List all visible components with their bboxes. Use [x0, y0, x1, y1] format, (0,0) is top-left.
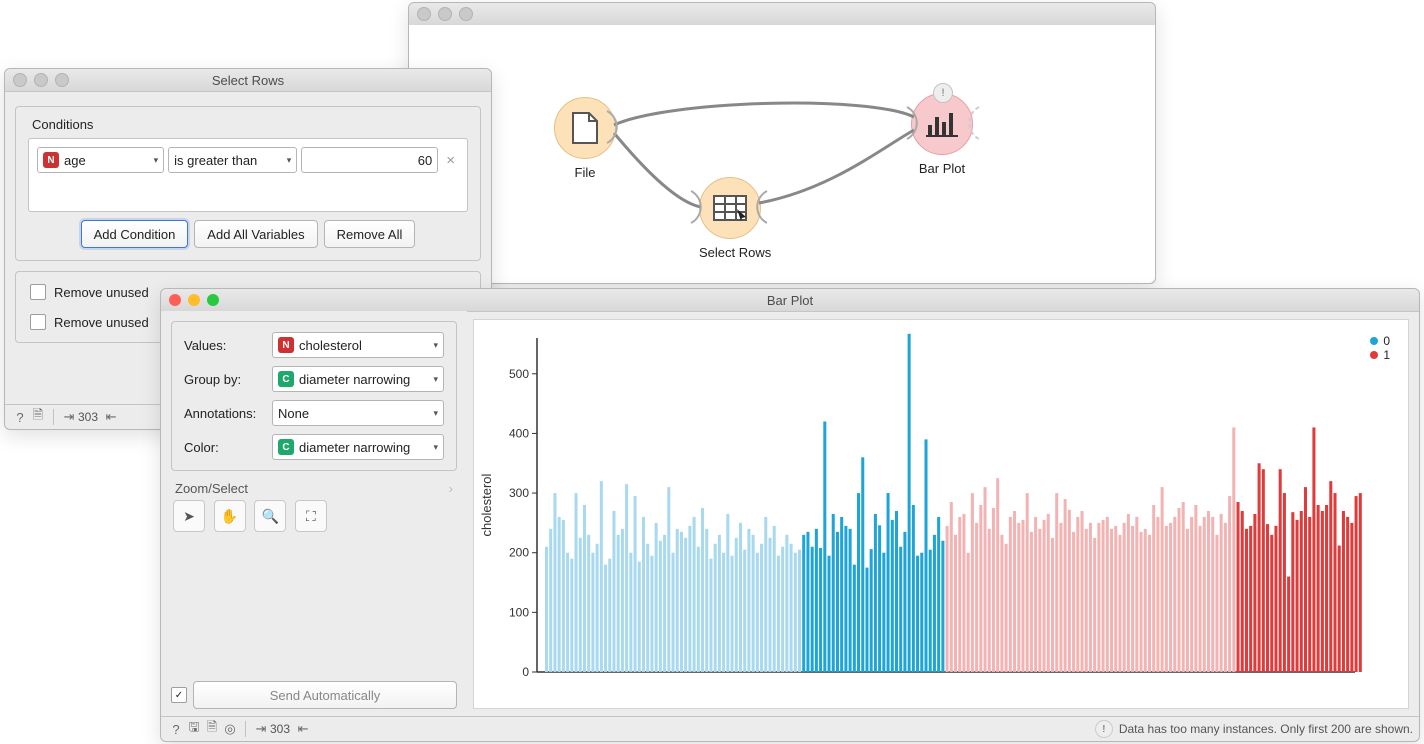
output-arrow-icon: ⇤ [102, 409, 120, 425]
file-icon [571, 111, 599, 145]
output-arrow-icon: ⇤ [294, 721, 312, 737]
groupby-label: Group by: [184, 372, 272, 387]
canvas-node-file-label: File [554, 165, 616, 180]
svg-text:cholesterol: cholesterol [479, 473, 494, 536]
traffic-close[interactable] [417, 7, 431, 21]
condition-operator-select[interactable]: is greater than▾ [168, 147, 297, 173]
add-condition-button[interactable]: Add Condition [81, 220, 189, 248]
canvas-window: File Select Rows Bar Plot ! [408, 2, 1156, 284]
condition-operator-label: is greater than [174, 153, 257, 168]
condition-value-input[interactable]: 60 [301, 147, 438, 173]
warning-icon: ! [1095, 720, 1113, 738]
chart-area[interactable]: 0 100 200 300 400 500 cholesterol 0 1 [473, 319, 1409, 709]
barplot-status-count: 303 [270, 722, 290, 736]
traffic-max[interactable] [459, 7, 473, 21]
condition-variable-select[interactable]: Nage▾ [37, 147, 164, 173]
barplot-status-warning: Data has too many instances. Only first … [1119, 722, 1413, 736]
condition-variable-label: age [64, 153, 86, 168]
select-rows-status-count: 303 [78, 410, 98, 424]
canvas-titlebar[interactable] [409, 3, 1155, 26]
legend-item-0: 0 [1383, 334, 1390, 348]
help-icon[interactable]: ? [167, 722, 185, 737]
add-all-variables-button[interactable]: Add All Variables [194, 220, 317, 248]
table-icon [713, 195, 747, 221]
canvas-node-barplot-label: Bar Plot [911, 161, 973, 176]
zoom-select-heading: Zoom/Select [175, 481, 248, 496]
barplot-controls: Values: Ncholesterol▾ Group by: Cdiamete… [161, 311, 467, 717]
canvas-node-file[interactable]: File [554, 97, 616, 180]
help-icon[interactable]: ? [11, 410, 29, 425]
pan-tool[interactable]: ✋ [214, 500, 246, 532]
canvas-node-select-rows-label: Select Rows [699, 245, 771, 260]
svg-text:0: 0 [522, 665, 529, 679]
conditions-group: Conditions Nage▾ is greater than▾ 60 × A… [15, 106, 481, 261]
remove-unused-2-label: Remove unused [54, 315, 149, 330]
condition-value-text: 60 [418, 153, 432, 168]
conditions-list: Nage▾ is greater than▾ 60 × [28, 138, 468, 212]
svg-text:400: 400 [509, 426, 529, 440]
barplot-title: Bar Plot [161, 293, 1419, 308]
select-rows-titlebar[interactable]: Select Rows [5, 69, 491, 92]
remove-condition-icon[interactable]: × [442, 152, 459, 169]
groupby-select[interactable]: Cdiameter narrowing▾ [272, 366, 444, 392]
color-label: Color: [184, 440, 272, 455]
conditions-heading: Conditions [28, 117, 97, 132]
color-select[interactable]: Cdiameter narrowing▾ [272, 434, 444, 460]
send-auto-checkbox[interactable]: ✓ [171, 687, 187, 703]
annotations-label: Annotations: [184, 406, 272, 421]
svg-text:100: 100 [509, 605, 529, 619]
annotations-select[interactable]: None▾ [272, 400, 444, 426]
zoom-tool[interactable]: 🔍 [254, 500, 286, 532]
report-icon[interactable]: 🗎 [203, 718, 221, 740]
remove-unused-1-checkbox[interactable]: ✓ [30, 284, 46, 300]
select-rows-title: Select Rows [5, 73, 491, 88]
warning-badge-icon: ! [933, 83, 953, 103]
svg-text:300: 300 [509, 486, 529, 500]
barplot-statusbar: ? 🖫 🗎 ◎ ⇥ 303 ⇤ ! Data has too many inst… [161, 716, 1419, 741]
canvas-area[interactable]: File Select Rows Bar Plot ! [409, 25, 1155, 283]
remove-all-button[interactable]: Remove All [324, 220, 416, 248]
barplot-icon [926, 111, 958, 137]
values-label: Values: [184, 338, 272, 353]
report-icon[interactable]: 🗎 [29, 406, 47, 428]
values-select[interactable]: Ncholesterol▾ [272, 332, 444, 358]
fit-tool[interactable]: ⛶ [295, 500, 327, 532]
legend-item-1: 1 [1383, 348, 1390, 362]
svg-text:500: 500 [509, 367, 529, 381]
send-auto-button[interactable]: Send Automatically [193, 681, 457, 709]
canvas-node-barplot[interactable]: Bar Plot ! [911, 93, 973, 176]
reset-icon[interactable]: ◎ [221, 721, 239, 737]
traffic-min[interactable] [438, 7, 452, 21]
pointer-tool[interactable]: ➤ [173, 500, 205, 532]
chart-legend: 0 1 [1360, 328, 1400, 368]
canvas-node-select-rows[interactable]: Select Rows [699, 177, 771, 260]
save-icon[interactable]: 🖫 [185, 718, 203, 740]
remove-unused-1-label: Remove unused [54, 285, 149, 300]
remove-unused-2-checkbox[interactable]: ✓ [30, 314, 46, 330]
chevron-right-icon[interactable]: › [449, 481, 453, 496]
svg-text:200: 200 [509, 546, 529, 560]
barplot-titlebar[interactable]: Bar Plot [161, 289, 1419, 312]
barplot-window: Bar Plot Values: Ncholesterol▾ Group by:… [160, 288, 1420, 742]
input-arrow-icon: ⇥ [60, 409, 78, 425]
input-arrow-icon: ⇥ [252, 721, 270, 737]
